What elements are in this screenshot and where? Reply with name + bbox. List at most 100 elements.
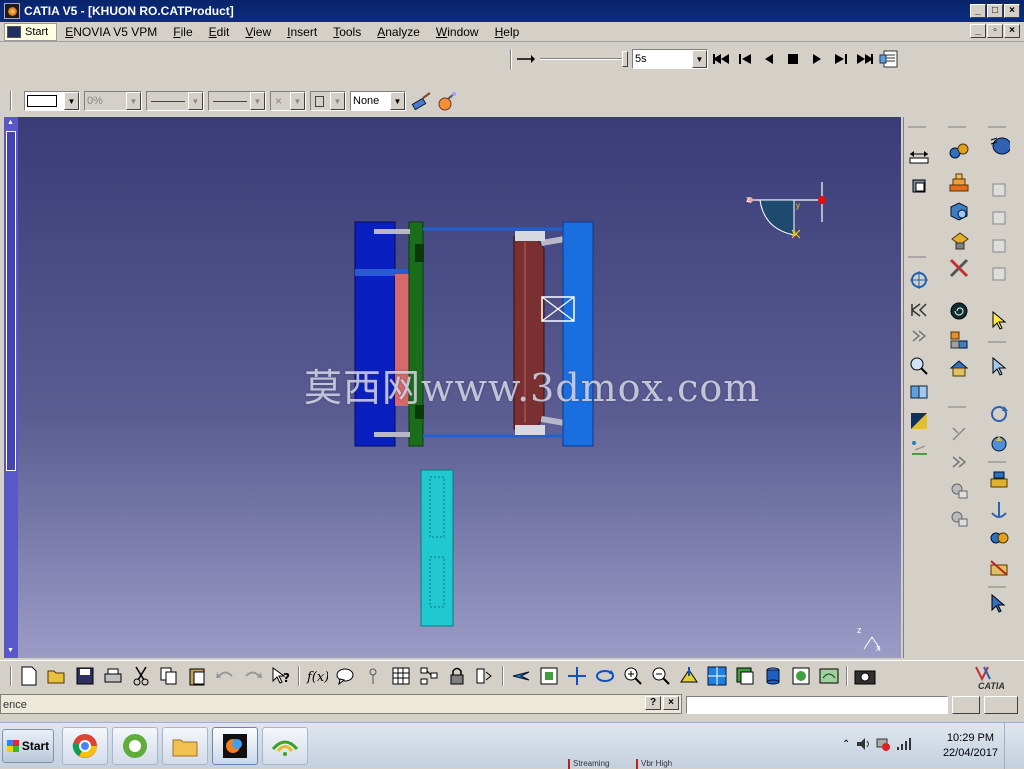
- chevron-down-icon[interactable]: ▼: [188, 92, 203, 110]
- tray-expand-icon[interactable]: ⌃: [842, 739, 850, 750]
- capture-camera-icon[interactable]: [854, 665, 876, 687]
- section-icon[interactable]: [908, 410, 930, 432]
- pointer-move-icon[interactable]: [988, 355, 1010, 377]
- components-catalog-icon[interactable]: [948, 141, 970, 163]
- show-desktop-button[interactable]: [1004, 723, 1024, 769]
- menu-file[interactable]: File: [165, 25, 200, 39]
- explode-icon[interactable]: [988, 469, 1010, 491]
- player-options-icon[interactable]: [878, 48, 900, 70]
- copy-icon[interactable]: [158, 665, 180, 687]
- chevron-down-icon[interactable]: ▼: [390, 92, 405, 110]
- taskbar-chrome[interactable]: [62, 727, 108, 765]
- minimize-button[interactable]: _: [970, 4, 986, 18]
- assembly-stack-icon[interactable]: [948, 172, 970, 194]
- gear-gray-icon-2[interactable]: [948, 507, 970, 529]
- normal-view-icon[interactable]: [678, 665, 700, 687]
- clash-icon[interactable]: [908, 381, 930, 403]
- step-forward-icon[interactable]: [830, 48, 852, 70]
- menu-window[interactable]: Window: [428, 25, 487, 39]
- 3d-viewport[interactable]: z x y z x 莫西网www.3dmox.com: [4, 117, 901, 658]
- fast-forward-gray-icon-2[interactable]: [948, 451, 970, 473]
- scroll-down-icon[interactable]: ▼: [7, 647, 14, 654]
- menu-tools[interactable]: Tools: [325, 25, 369, 39]
- start-button[interactable]: Start: [2, 729, 54, 763]
- chevron-down-icon[interactable]: ▼: [64, 92, 79, 110]
- zoom-out-icon[interactable]: [650, 665, 672, 687]
- zoom-icon[interactable]: [908, 355, 930, 377]
- volume-icon[interactable]: [856, 737, 870, 751]
- step-direction-icon[interactable]: [514, 48, 536, 70]
- compass-widget[interactable]: [747, 182, 826, 239]
- update-icon[interactable]: [988, 593, 1010, 615]
- menu-help[interactable]: Help: [487, 25, 528, 39]
- chevron-down-icon[interactable]: ▼: [290, 92, 305, 110]
- status-toggle-button[interactable]: [952, 696, 980, 714]
- play-backward-icon[interactable]: [758, 48, 780, 70]
- tools-wrench-icon[interactable]: [948, 257, 970, 279]
- hide-show-icon[interactable]: [790, 665, 812, 687]
- doc-close-button[interactable]: ×: [1004, 24, 1020, 38]
- chevron-down-icon[interactable]: ▼: [330, 92, 345, 110]
- system-clock[interactable]: 10:29 PM 22/04/2017: [943, 731, 998, 761]
- mold-plate-blue-right[interactable]: [562, 221, 594, 447]
- menu-analyze[interactable]: Analyze: [369, 25, 428, 39]
- fast-forward-gray-icon[interactable]: [908, 325, 930, 347]
- lock-icon[interactable]: [446, 665, 468, 687]
- fill-color-combo[interactable]: ▼: [24, 91, 80, 111]
- power-input-field[interactable]: [686, 696, 948, 714]
- manipulate-icon[interactable]: [988, 433, 1010, 455]
- constraint-gray-icon[interactable]: [948, 423, 970, 445]
- menu-start[interactable]: Start: [4, 22, 58, 41]
- formula-icon[interactable]: f(x): [306, 665, 328, 687]
- catia-app-icon[interactable]: [4, 3, 20, 19]
- specification-tree-scrollbar[interactable]: ▲ ▼: [4, 117, 18, 658]
- step-back-icon[interactable]: [734, 48, 756, 70]
- chevron-down-icon[interactable]: ▼: [126, 92, 141, 110]
- compass-target-icon[interactable]: [908, 269, 930, 291]
- product-gray-icon-2[interactable]: [988, 207, 1010, 229]
- macro-icon[interactable]: [474, 665, 496, 687]
- quick-view-icon[interactable]: [734, 665, 756, 687]
- open-folder-icon[interactable]: [46, 665, 68, 687]
- fit-all-icon[interactable]: [538, 665, 560, 687]
- jump-to-start-icon[interactable]: [710, 48, 732, 70]
- mold-plate-blue-left[interactable]: [354, 221, 396, 447]
- rotate-icon[interactable]: [988, 403, 1010, 425]
- simulation-slider[interactable]: [538, 49, 630, 69]
- close-button[interactable]: ×: [1004, 4, 1020, 18]
- redo-icon[interactable]: [242, 665, 264, 687]
- knowledge-icon[interactable]: [362, 665, 384, 687]
- taskbar-wifi-app[interactable]: [262, 727, 308, 765]
- house-icon[interactable]: [948, 357, 970, 379]
- slider-thumb[interactable]: [622, 51, 628, 67]
- point-type-combo[interactable]: × ▼: [270, 91, 306, 111]
- distance-icon[interactable]: [908, 437, 930, 459]
- gear-gray-icon[interactable]: [948, 479, 970, 501]
- speed-combo[interactable]: 5s ▼: [632, 49, 708, 69]
- doc-minimize-button[interactable]: _: [970, 24, 986, 38]
- swap-visible-space-icon[interactable]: [818, 665, 840, 687]
- power-input-apply-button[interactable]: [984, 696, 1018, 714]
- new-file-icon[interactable]: [18, 665, 40, 687]
- line-thickness-combo[interactable]: ▼: [146, 91, 204, 111]
- taskbar-catia[interactable]: [212, 727, 258, 765]
- maximize-button[interactable]: □: [987, 4, 1003, 18]
- select-arrow-icon[interactable]: [988, 309, 1010, 331]
- chevron-down-icon[interactable]: ▼: [250, 92, 265, 110]
- design-mode-icon[interactable]: [988, 135, 1010, 157]
- paste-icon[interactable]: [186, 665, 208, 687]
- multi-view-icon[interactable]: [706, 665, 728, 687]
- layer-combo[interactable]: None ▼: [350, 91, 406, 111]
- undo-icon[interactable]: [214, 665, 236, 687]
- doc-restore-button[interactable]: ▫: [987, 24, 1003, 38]
- snap-icon[interactable]: [908, 299, 930, 321]
- fastener-icon[interactable]: [948, 229, 970, 251]
- network-error-icon[interactable]: [876, 737, 891, 751]
- spiral-icon[interactable]: [948, 300, 970, 322]
- contact-constraint-icon[interactable]: [988, 527, 1010, 549]
- taskbar-coccoc[interactable]: [112, 727, 158, 765]
- table-icon[interactable]: [390, 665, 412, 687]
- measure-item-icon[interactable]: [908, 175, 930, 197]
- save-icon[interactable]: [74, 665, 96, 687]
- properties-icon[interactable]: [436, 90, 458, 112]
